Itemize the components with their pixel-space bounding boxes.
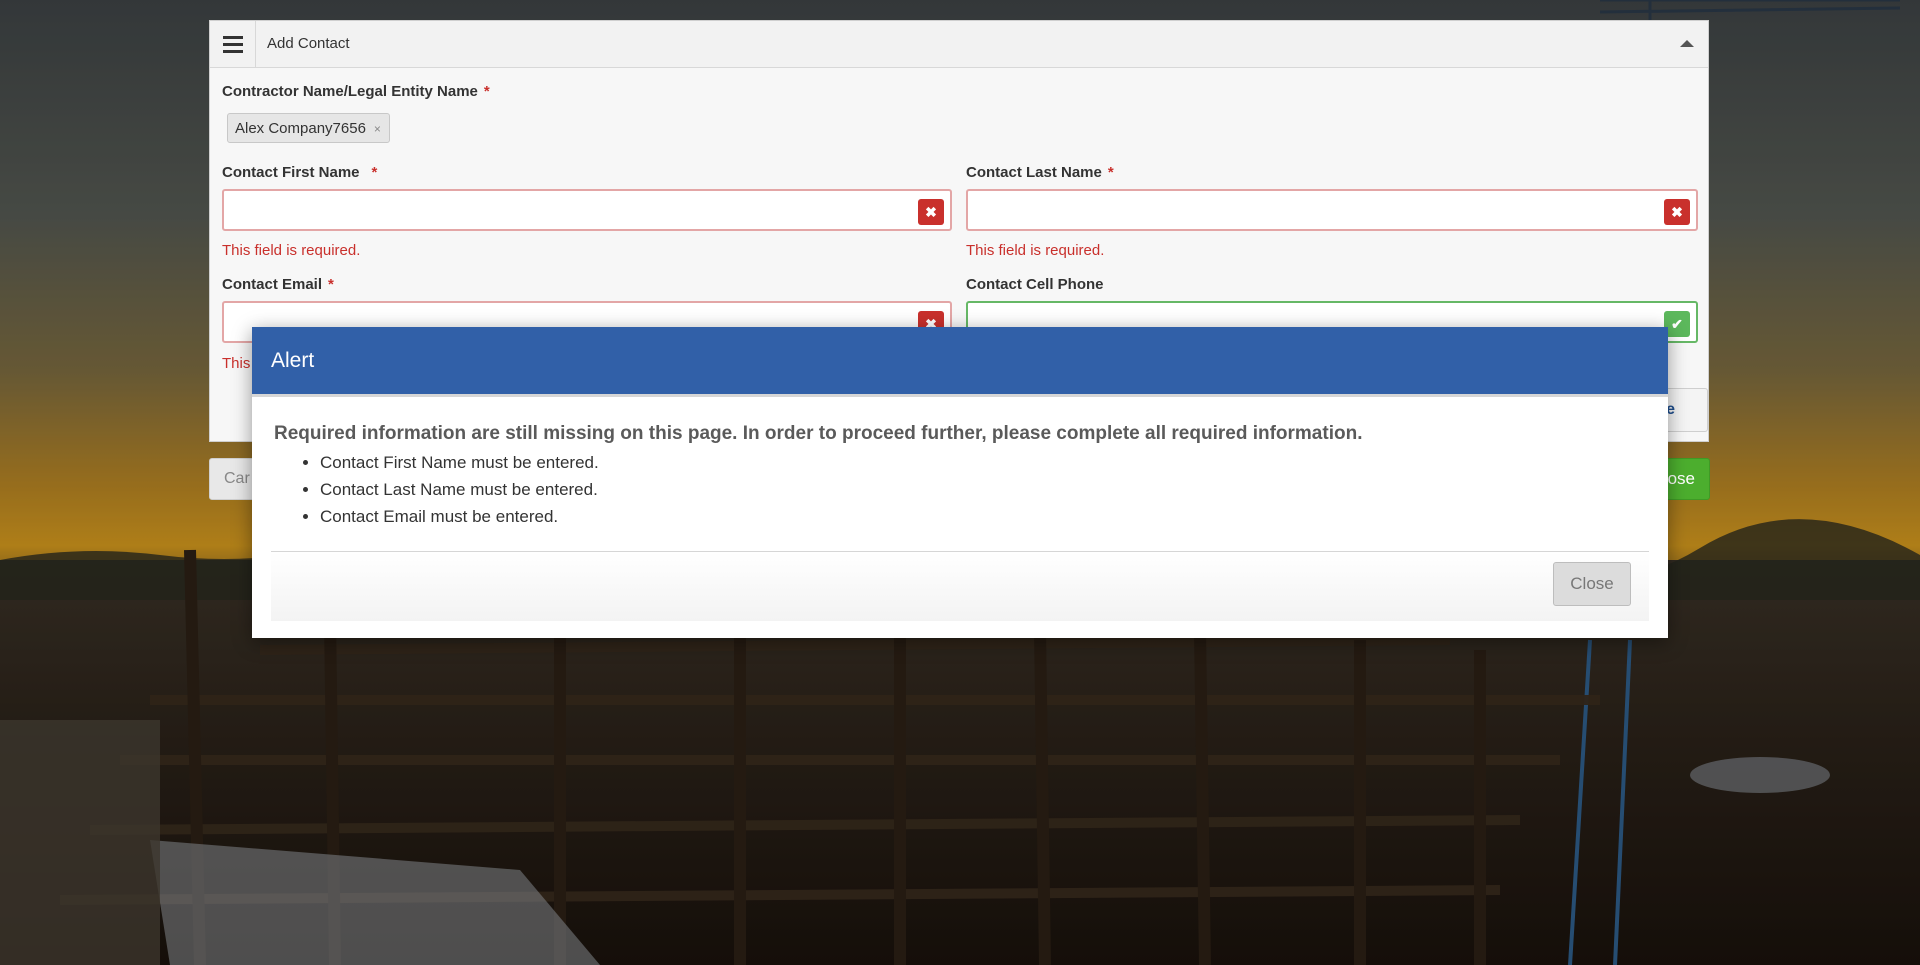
- times-icon: ✖: [918, 199, 944, 225]
- contractor-label: Contractor Name/Legal Entity Name *: [222, 83, 490, 100]
- modal-close-button[interactable]: Close: [1553, 562, 1631, 606]
- required-mark: *: [371, 164, 378, 181]
- modal-message: Required information are still missing o…: [274, 423, 1363, 444]
- alert-modal: Alert Required information are still mis…: [252, 327, 1668, 638]
- hamburger-icon[interactable]: [210, 21, 256, 67]
- modal-title: Alert: [271, 349, 315, 372]
- panel-header: Add Contact: [210, 21, 1708, 68]
- last-name-label-text: Contact Last Name: [966, 164, 1102, 181]
- first-name-error: This field is required.: [222, 242, 361, 259]
- first-name-label: Contact First Name *: [222, 164, 377, 181]
- email-label: Contact Email *: [222, 276, 334, 293]
- email-error: This: [222, 355, 251, 372]
- times-icon: ✖: [1664, 199, 1690, 225]
- missing-fields-list: Contact First Name must be entered. Cont…: [298, 449, 599, 530]
- first-name-label-text: Contact First Name: [222, 164, 360, 181]
- first-name-field[interactable]: ✖: [222, 189, 952, 231]
- required-mark: *: [1107, 164, 1114, 181]
- list-item: Contact Email must be entered.: [320, 503, 599, 530]
- contractor-tag-text: Alex Company7656: [235, 120, 366, 137]
- panel-title: Add Contact: [267, 35, 350, 52]
- list-item: Contact Last Name must be entered.: [320, 476, 599, 503]
- tag-remove-icon[interactable]: ×: [374, 122, 381, 136]
- modal-header: [252, 327, 1668, 397]
- email-label-text: Contact Email: [222, 276, 323, 293]
- caret-up-icon[interactable]: [1680, 40, 1694, 47]
- last-name-label: Contact Last Name *: [966, 164, 1114, 181]
- list-item: Contact First Name must be entered.: [320, 449, 599, 476]
- modal-footer: Close: [271, 551, 1649, 621]
- contractor-label-text: Contractor Name/Legal Entity Name: [222, 83, 478, 100]
- contractor-tag[interactable]: Alex Company7656 ×: [227, 113, 390, 143]
- cell-phone-label: Contact Cell Phone: [966, 276, 1104, 293]
- required-mark: *: [328, 276, 334, 293]
- last-name-error: This field is required.: [966, 242, 1105, 259]
- last-name-field[interactable]: ✖: [966, 189, 1698, 231]
- required-mark: *: [483, 83, 490, 100]
